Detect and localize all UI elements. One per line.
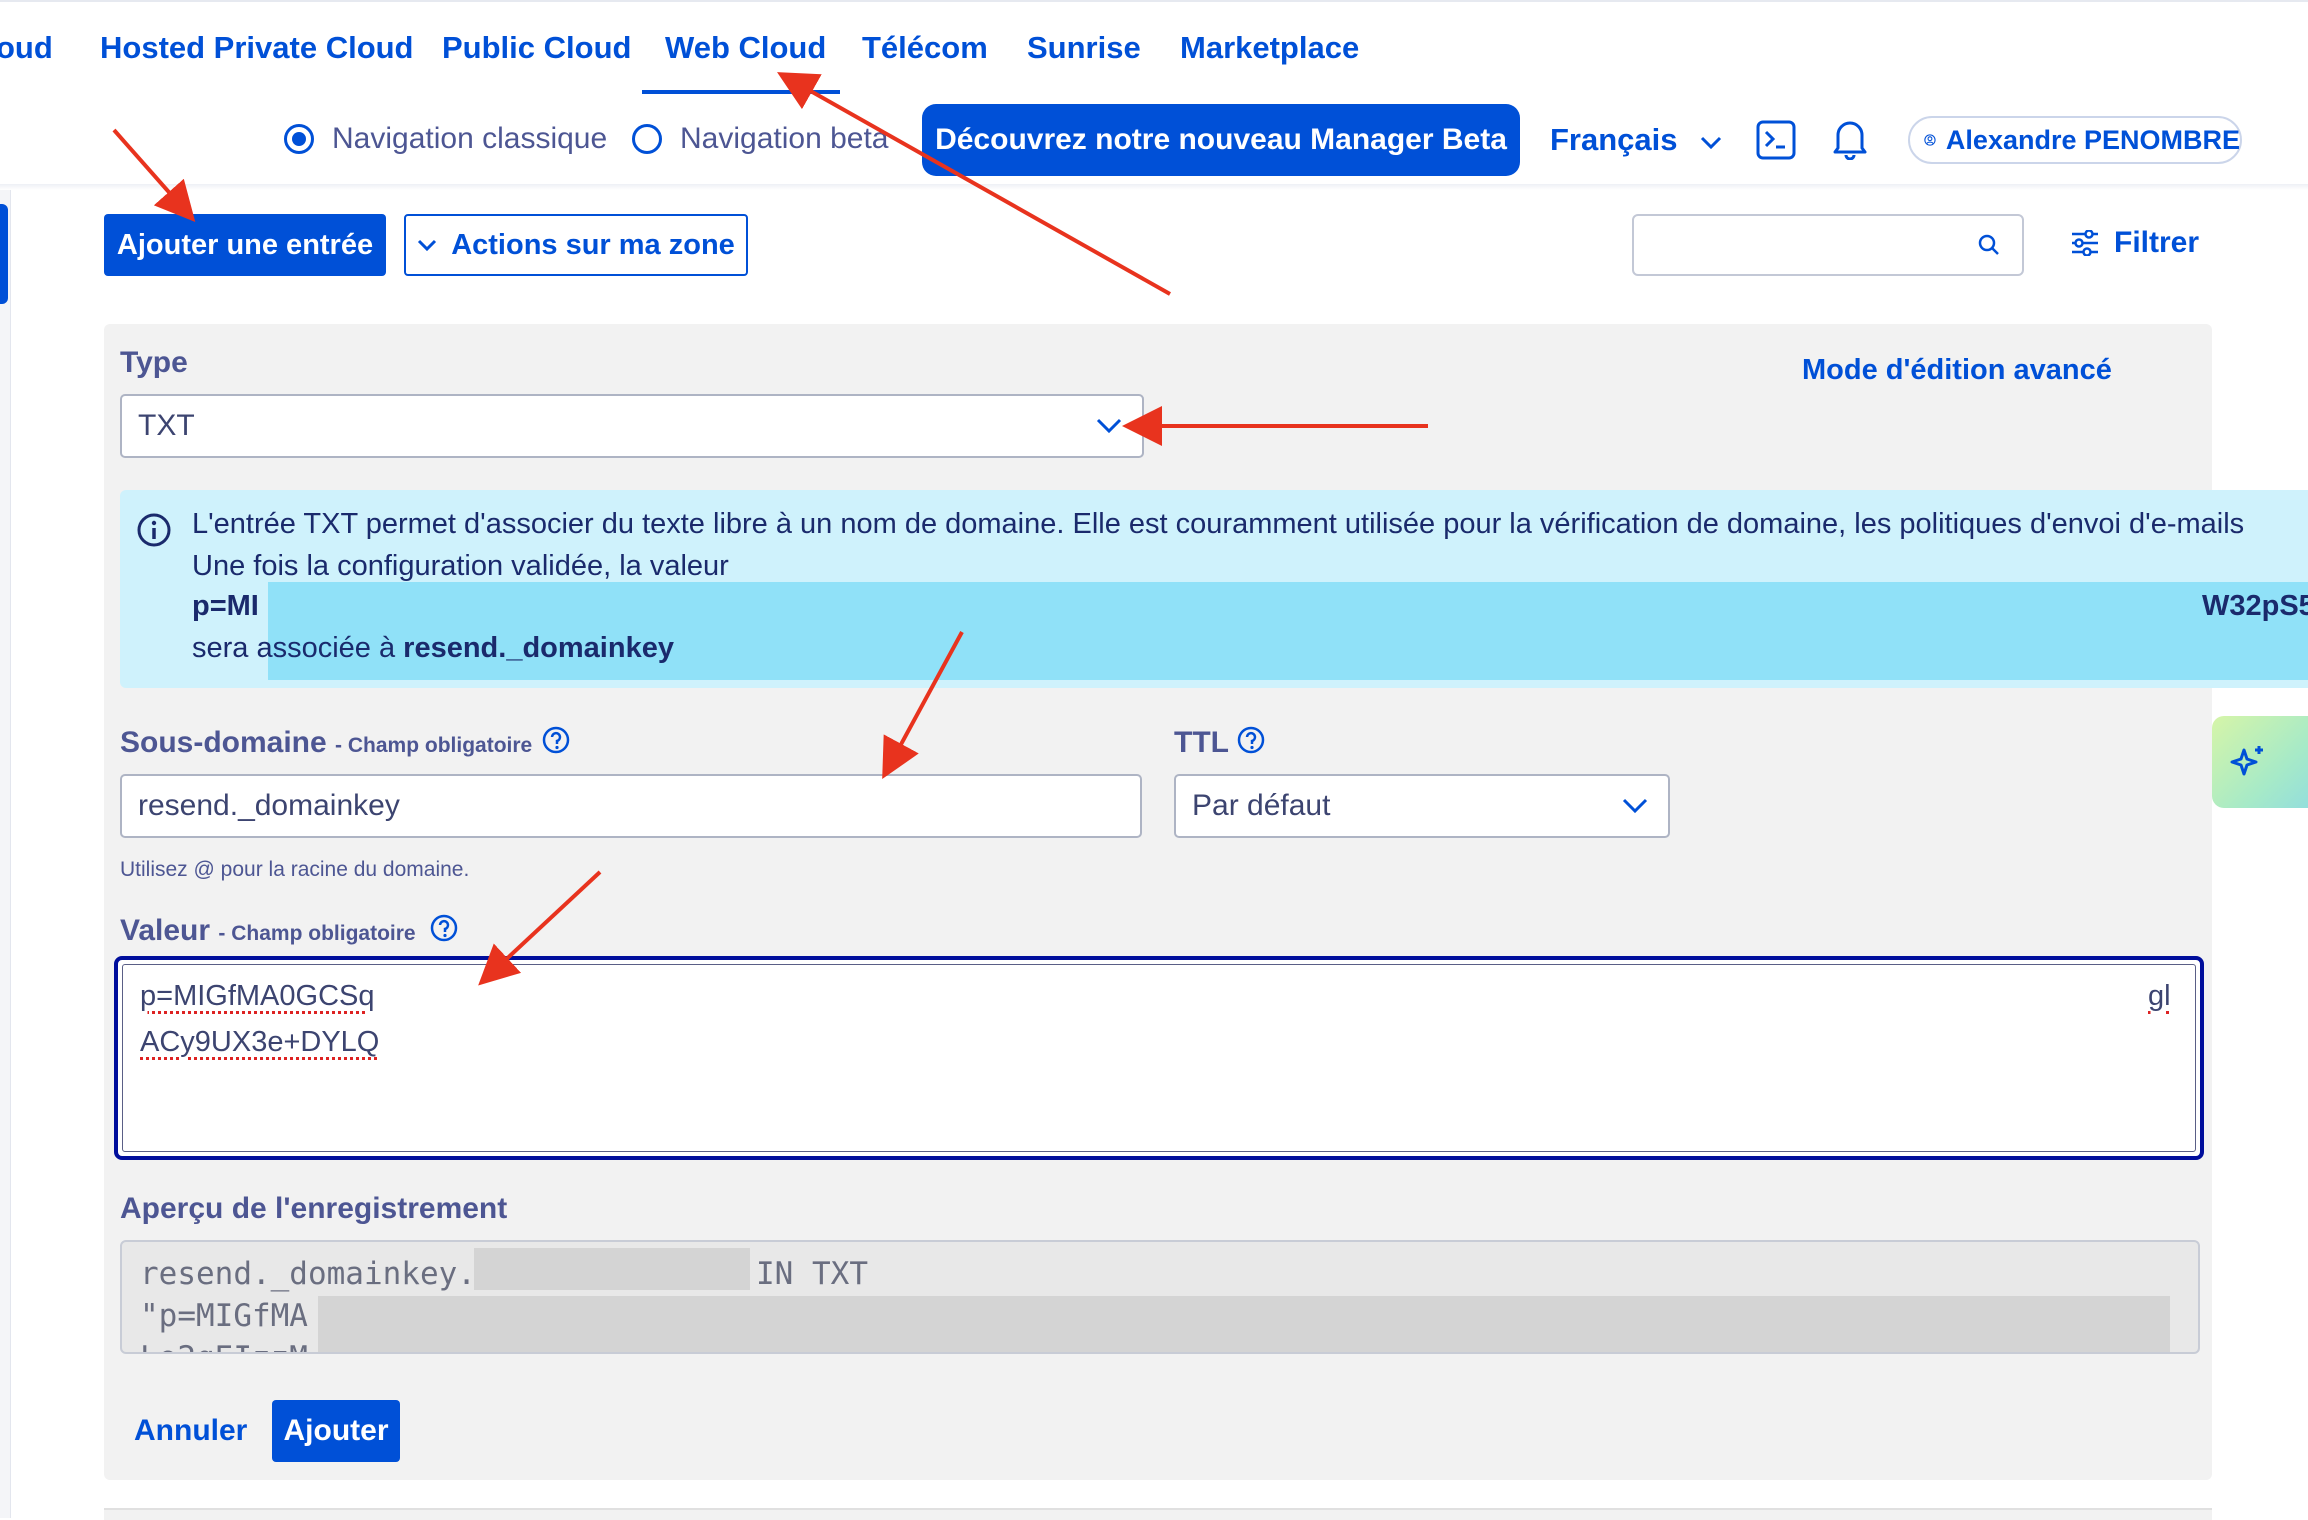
info-line-4: sera associée à resend._domainkey bbox=[192, 632, 674, 665]
preview-label: Aperçu de l'enregistrement bbox=[120, 1192, 508, 1225]
add-entry-label: Ajouter une entrée bbox=[116, 228, 374, 261]
help-icon[interactable] bbox=[430, 914, 458, 942]
preview-line-3: Lo2qEIzzM bbox=[140, 1340, 308, 1352]
nav-item-cloud[interactable]: oud bbox=[0, 30, 53, 66]
zone-actions-button[interactable]: Actions sur ma zone bbox=[404, 214, 748, 276]
redacted-area bbox=[318, 1296, 2170, 1352]
value-line-2: ACy9UX3e+DYLQ bbox=[140, 1026, 380, 1058]
type-label: Type bbox=[120, 346, 188, 379]
user-icon bbox=[1924, 134, 1936, 146]
info-line-1: L'entrée TXT permet d'associer du texte … bbox=[192, 508, 2245, 540]
value-label: Valeur - Champ obligatoire bbox=[120, 914, 416, 948]
bell-icon[interactable] bbox=[1830, 116, 1870, 160]
advanced-edit-mode-link[interactable]: Mode d'édition avancé bbox=[1802, 354, 2112, 387]
info-icon bbox=[137, 513, 171, 547]
subdomain-hint: Utilisez @ pour la racine du domaine. bbox=[120, 858, 470, 881]
nav-item-sunrise[interactable]: Sunrise bbox=[1027, 30, 1141, 66]
info-message: L'entrée TXT permet d'associer du texte … bbox=[120, 490, 2308, 688]
user-name: Alexandre PENOMBRE bbox=[1945, 124, 2240, 155]
subdomain-label: Sous-domaine - Champ obligatoire bbox=[120, 726, 532, 760]
help-icon[interactable] bbox=[542, 726, 570, 754]
type-select-value: TXT bbox=[138, 409, 195, 442]
terminal-icon[interactable] bbox=[1756, 120, 1796, 160]
nav-item-web-cloud[interactable]: Web Cloud bbox=[665, 30, 826, 66]
chevron-down-icon bbox=[418, 239, 437, 251]
sliders-icon bbox=[2072, 230, 2098, 256]
radio-classic-navigation[interactable] bbox=[284, 124, 314, 154]
filter-label: Filtrer bbox=[2114, 226, 2200, 259]
nav-item-public-cloud[interactable]: Public Cloud bbox=[442, 30, 631, 66]
info-value-end: W32pS5g bbox=[2202, 590, 2308, 622]
zone-actions-label: Actions sur ma zone bbox=[451, 228, 735, 261]
info-value-start: p=MI bbox=[192, 590, 259, 622]
search-input[interactable] bbox=[1632, 214, 2024, 276]
arrow-to-add-entry bbox=[112, 128, 196, 222]
top-navigation: oud Hosted Private Cloud Public Cloud We… bbox=[0, 0, 2308, 94]
subdomain-input[interactable]: resend._domainkey bbox=[120, 774, 1142, 838]
value-label-text: Valeur bbox=[120, 914, 211, 947]
record-preview: resend._domainkey. IN TXT "p=MIGfMA Lo2q… bbox=[120, 1240, 2200, 1354]
info-line-2: Une fois la configuration validée, la va… bbox=[192, 550, 729, 582]
type-select[interactable]: TXT bbox=[120, 394, 1144, 458]
ttl-select[interactable]: Par défaut bbox=[1174, 774, 1670, 838]
chevron-down-icon bbox=[1701, 136, 1722, 150]
sidebar-active-tab[interactable] bbox=[0, 204, 8, 304]
textarea-inner-border bbox=[122, 964, 2196, 1152]
redacted-area bbox=[268, 582, 2308, 680]
value-required: - Champ obligatoire bbox=[218, 922, 416, 945]
submit-label: Ajouter bbox=[283, 1414, 389, 1447]
chevron-down-icon bbox=[1096, 418, 1122, 434]
language-selector[interactable]: Français bbox=[1550, 122, 1722, 158]
ttl-label: TTL bbox=[1174, 726, 1229, 759]
submit-button[interactable]: Ajouter bbox=[272, 1400, 400, 1462]
info-line-4-prefix: sera associée à bbox=[192, 632, 404, 664]
user-menu[interactable]: Alexandre PENOMBRE bbox=[1908, 116, 2242, 164]
sparkle-icon bbox=[2230, 746, 2263, 776]
active-tab-indicator bbox=[642, 90, 840, 94]
subdomain-label-text: Sous-domaine bbox=[120, 726, 327, 759]
add-entry-button[interactable]: Ajouter une entrée bbox=[104, 214, 386, 276]
value-line-1-end: gl bbox=[2148, 980, 2171, 1012]
beta-manager-button[interactable]: Découvrez notre nouveau Manager Beta bbox=[922, 104, 1520, 176]
nav-item-telecom[interactable]: Télécom bbox=[862, 30, 988, 66]
beta-manager-label: Découvrez notre nouveau Manager Beta bbox=[935, 123, 1507, 156]
preview-line-1-start: resend._domainkey. bbox=[140, 1256, 476, 1292]
ttl-select-value: Par défaut bbox=[1192, 789, 1331, 822]
preview-line-2: "p=MIGfMA bbox=[140, 1298, 308, 1334]
subdomain-value: resend._domainkey bbox=[138, 789, 400, 822]
preview-line-1-end: IN TXT bbox=[756, 1256, 868, 1292]
chevron-down-icon bbox=[1622, 798, 1648, 814]
value-line-1: p=MIGfMA0GCSq bbox=[140, 980, 375, 1012]
table-top-edge bbox=[104, 1508, 2212, 1520]
subdomain-required: - Champ obligatoire bbox=[335, 734, 533, 757]
ai-assistant-button[interactable] bbox=[2212, 716, 2308, 808]
left-sidebar-rail bbox=[0, 190, 11, 1518]
help-icon[interactable] bbox=[1237, 726, 1265, 754]
nav-item-marketplace[interactable]: Marketplace bbox=[1180, 30, 1359, 66]
nav-item-hosted-private-cloud[interactable]: Hosted Private Cloud bbox=[100, 30, 414, 66]
header-divider bbox=[0, 184, 2308, 190]
radio-beta-navigation[interactable] bbox=[632, 124, 662, 154]
radio-classic-label[interactable]: Navigation classique bbox=[332, 122, 607, 156]
radio-beta-label[interactable]: Navigation beta bbox=[680, 122, 888, 156]
cancel-button[interactable]: Annuler bbox=[134, 1414, 247, 1448]
search-icon[interactable] bbox=[1978, 234, 2000, 256]
redacted-area bbox=[474, 1248, 750, 1290]
language-label: Français bbox=[1550, 122, 1678, 157]
filter-button[interactable]: Filtrer bbox=[2070, 226, 2199, 260]
value-textarea[interactable]: p=MIGfMA0GCSq gl ACy9UX3e+DYLQ bbox=[114, 956, 2204, 1160]
info-subdomain: resend._domainkey bbox=[403, 632, 674, 664]
